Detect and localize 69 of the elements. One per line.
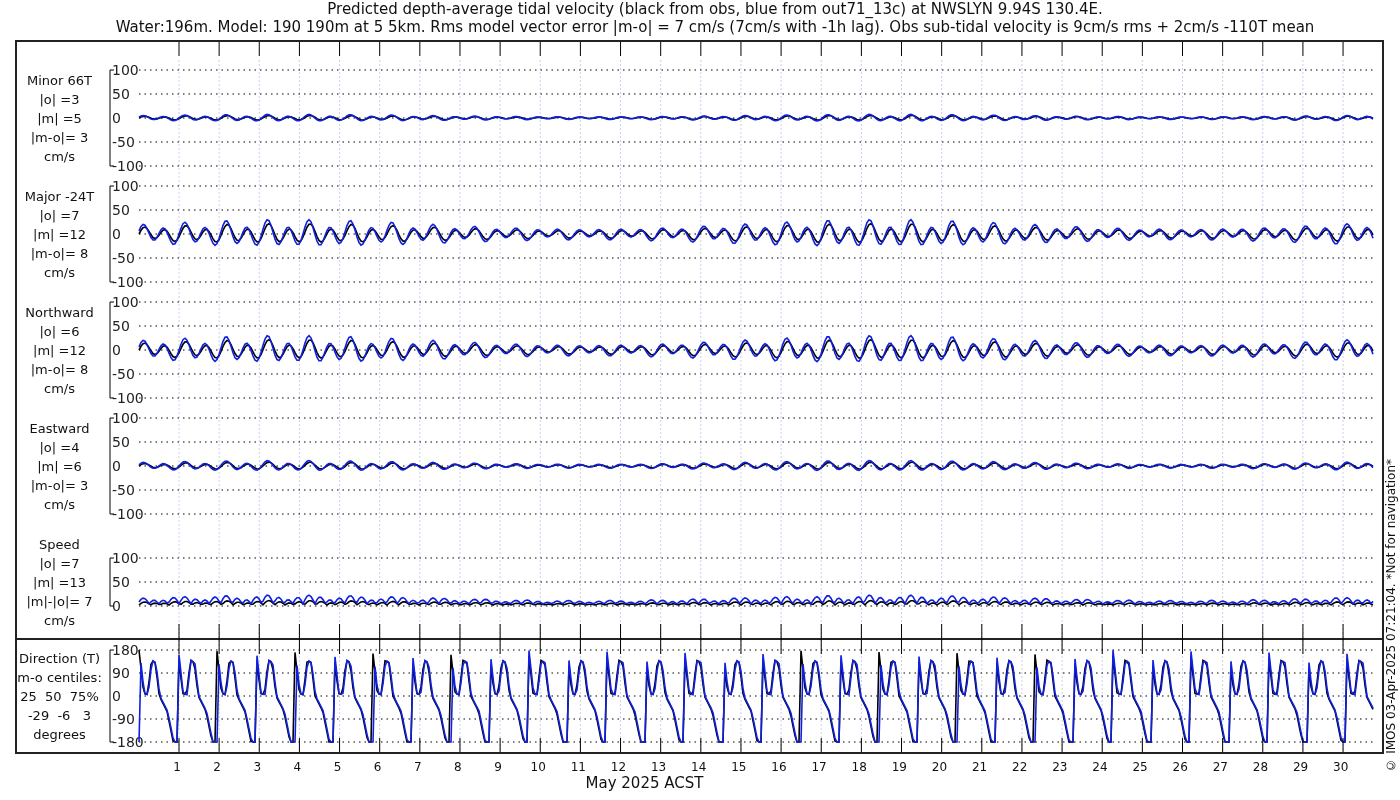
axis-tick-label: 14	[690, 760, 708, 774]
axis-tick-label: 24	[1091, 760, 1109, 774]
axis-tick-label: 100	[112, 62, 139, 78]
axis-tick-label: 0	[112, 226, 121, 242]
chart-subtitle: Water:196m. Model: 190 190m at 5 5km. Rms model vector error |m-o| = 7 cm/s (7cm/s with -1h lag). Obs sub-tidal velocity is 9cm/s rms + 2cm/s -110T mean	[115, 18, 1315, 36]
axis-tick-label: 50	[112, 318, 130, 334]
axis-tick-label: 11	[569, 760, 587, 774]
axis-tick-label: 27	[1211, 760, 1229, 774]
axis-tick-label: 50	[112, 86, 130, 102]
axis-tick-label: 17	[810, 760, 828, 774]
axis-tick-label: 30	[1332, 760, 1350, 774]
axis-tick-label: 50	[112, 202, 130, 218]
axis-tick-label: -180	[112, 734, 144, 750]
axis-tick-label: 28	[1251, 760, 1270, 774]
axis-tick-label: 26	[1171, 760, 1189, 774]
axis-tick-label: -50	[112, 250, 135, 266]
axis-tick-label: -100	[112, 506, 144, 522]
axis-tick-label: 15	[730, 760, 748, 774]
axis-tick-label: 29	[1291, 760, 1310, 774]
axis-tick-label: 23	[1051, 760, 1069, 774]
axis-tick-label: -50	[112, 134, 135, 150]
axis-tick-label: 180	[112, 642, 139, 658]
axis-tick-label: 13	[649, 760, 668, 774]
axis-tick-label: 8	[453, 760, 463, 774]
axis-tick-label: -100	[112, 390, 144, 406]
axis-tick-label: 90	[112, 665, 130, 681]
axis-tick-label: 16	[770, 760, 788, 774]
axis-tick-label: 0	[112, 598, 121, 614]
axis-tick-label: 9	[493, 760, 503, 774]
axis-tick-label: 5	[332, 760, 343, 774]
panel-label: Speed |o| =7 |m| =13 |m|-|o|= 7 cm/s	[25, 535, 94, 630]
panel-label: Minor 66T |o| =3 |m| =5 |m-o|= 3 cm/s	[26, 71, 93, 166]
axis-tick-label: -50	[112, 482, 135, 498]
axis-tick-label: -50	[112, 366, 135, 382]
axis-tick-label: 2	[212, 760, 222, 774]
axis-tick-label: 12	[609, 760, 628, 774]
axis-tick-label: 0	[112, 342, 121, 358]
axis-tick-label: -100	[112, 158, 144, 174]
axis-tick-label: -90	[112, 711, 135, 727]
panel-label: Major -24T |o| =7 |m| =12 |m-o|= 8 cm/s	[23, 187, 96, 282]
axis-tick-label: 19	[890, 760, 908, 774]
axis-tick-label: 3	[252, 760, 263, 774]
axis-tick-label: 18	[850, 760, 868, 774]
axis-tick-label: 100	[112, 294, 139, 310]
panel-label: Direction (T) m-o centiles: 25 50 75% -29 -6 3 degrees	[17, 649, 102, 744]
axis-tick-label: 100	[112, 410, 139, 426]
axis-tick-label: 6	[372, 760, 383, 774]
axis-tick-label: 0	[112, 110, 121, 126]
axis-tick-label: 10	[529, 760, 547, 774]
axis-tick-label: 4	[292, 760, 303, 774]
panel-label: Eastward |o| =4 |m| =6 |m-o|= 3 cm/s	[28, 419, 91, 514]
axis-tick-label: 21	[970, 760, 989, 774]
chart-title: Predicted depth-average tidal velocity (black from obs, blue from out71_13c) at NWSLYN 9.94S 130.4E.	[327, 0, 1103, 18]
axis-tick-label: 22	[1011, 760, 1029, 774]
copyright-note: © IMOS 03-Apr-2025 07:21:04. *Not for navigation*	[1384, 459, 1398, 772]
axis-tick-label: 100	[112, 550, 139, 566]
x-axis-label: May 2025 ACST	[585, 774, 704, 792]
axis-tick-label: 0	[112, 688, 121, 704]
axis-tick-label: 7	[413, 760, 423, 774]
axis-tick-label: 20	[930, 760, 949, 774]
axis-tick-label: -100	[112, 274, 144, 290]
axis-tick-label: 50	[112, 434, 130, 450]
axis-tick-label: 50	[112, 574, 130, 590]
axis-tick-label: 100	[112, 178, 139, 194]
axis-tick-label: 25	[1131, 760, 1149, 774]
panel-label: Northward |o| =6 |m| =12 |m-o|= 8 cm/s	[24, 303, 95, 398]
y-axis	[109, 557, 115, 607]
axis-tick-label: 1	[172, 760, 182, 774]
axis-tick-label: 0	[112, 458, 121, 474]
